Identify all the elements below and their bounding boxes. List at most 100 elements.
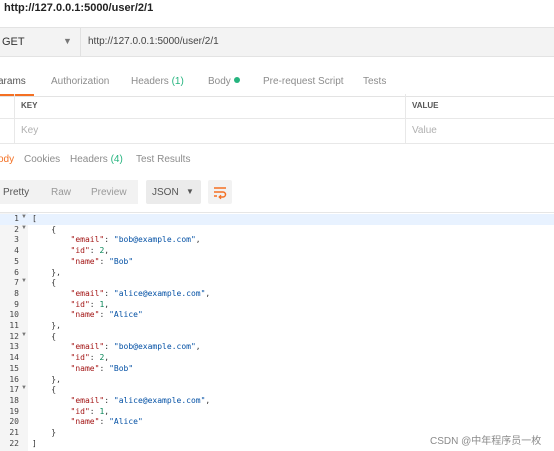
tab-response-body[interactable]: ody [0, 154, 14, 165]
line-number: 22 [9, 438, 19, 448]
line-number: 15 [9, 363, 19, 373]
fold-arrow-icon[interactable]: ▼ [21, 214, 27, 220]
line-number: 20 [9, 417, 19, 427]
tab-authorization-label: Authorization [51, 76, 110, 87]
code-line: 6 }, [0, 268, 554, 279]
tab-headers-label: Headers [131, 76, 169, 87]
code-line: 18 "email": "alice@example.com", [0, 396, 554, 407]
tab-params[interactable]: arams [0, 76, 26, 87]
line-number: 13 [9, 342, 19, 352]
request-url-input[interactable]: http://127.0.0.1:5000/user/2/1 [88, 36, 219, 47]
code-text: "id": 1, [70, 299, 110, 309]
method-label: GET [2, 36, 25, 48]
tab-tests-label: Tests [363, 76, 387, 87]
code-text: }, [32, 374, 61, 384]
code-line: 14 "id": 2, [0, 353, 554, 364]
code-text: }, [32, 321, 61, 330]
fold-arrow-icon[interactable]: ▼ [21, 278, 27, 284]
value-placeholder: Value [412, 125, 437, 136]
code-text: { [32, 278, 57, 288]
code-text: "email": "bob@example.com", [70, 235, 201, 245]
watermark: CSDN @中年程序员一枚 [430, 436, 542, 447]
response-code-editor[interactable]: 1 ▼[2 ▼ {3 "email": "bob@example.com", 4 "i… [0, 212, 554, 451]
code-text: "name": "Bob" [70, 363, 134, 373]
code-line: 9 "id": 1, [0, 300, 554, 311]
fold-arrow-icon[interactable]: ▼ [21, 385, 27, 391]
wrap-lines-button[interactable] [208, 180, 232, 204]
code-text: "name": "Bob" [70, 256, 134, 266]
line-number: 3 [14, 235, 19, 245]
code-line: 20 "name": "Alice" [0, 417, 554, 428]
response-tabs: ody Cookies Headers (4) Test Results [0, 150, 554, 170]
params-check-cell [0, 94, 15, 118]
line-number: 6 [14, 267, 19, 277]
tab-body[interactable]: Body [208, 76, 240, 87]
chevron-down-icon: ▼ [63, 36, 72, 46]
line-number: 4 [14, 246, 19, 256]
code-line: 10 "name": "Alice" [0, 310, 554, 321]
code-line: 19 "id": 1, [0, 407, 554, 418]
line-number: 16 [9, 374, 19, 384]
tab-prerequest-script[interactable]: Pre-request Script [263, 76, 344, 87]
pretty-button[interactable]: Pretty [3, 187, 29, 198]
key-placeholder: Key [21, 125, 39, 136]
method-select[interactable]: GET ▼ [0, 28, 81, 56]
params-value-header: VALUE [406, 94, 554, 118]
tab-headers[interactable]: Headers (1) [131, 76, 184, 87]
params-input-row: Key Value [0, 119, 554, 144]
code-line: 8 "email": "alice@example.com", [0, 289, 554, 300]
raw-button[interactable]: Raw [51, 187, 71, 198]
line-number: 8 [14, 288, 19, 298]
code-text: "id": 2, [70, 353, 110, 363]
key-header-label: KEY [21, 101, 38, 110]
preview-button[interactable]: Preview [91, 187, 127, 198]
code-text: "email": "alice@example.com", [70, 395, 211, 405]
code-text: ] [32, 438, 37, 448]
line-number: 19 [9, 406, 19, 416]
params-check-cell [0, 119, 15, 143]
tab-authorization[interactable]: Authorization [51, 76, 109, 87]
fold-arrow-icon[interactable]: ▼ [21, 225, 27, 231]
code-line: 15 "name": "Bob" [0, 364, 554, 375]
code-line: 7 ▼ { [0, 278, 554, 289]
tab-params-label: arams [0, 76, 26, 87]
code-text: { [32, 224, 57, 234]
line-number: 10 [9, 310, 19, 320]
response-toolbar: Pretty Raw Preview JSON ▼ [0, 180, 554, 208]
code-text: "id": 2, [70, 246, 110, 256]
tab-cookies-label: Cookies [24, 154, 61, 165]
param-key-input[interactable]: Key [15, 119, 406, 143]
param-value-input[interactable]: Value [406, 119, 554, 143]
tab-test-results-label: Test Results [136, 154, 191, 165]
tab-cookies[interactable]: Cookies [24, 154, 60, 165]
code-line: 3 "email": "bob@example.com", [0, 235, 554, 246]
chevron-down-icon: ▼ [186, 187, 194, 196]
tab-test-results[interactable]: Test Results [136, 154, 190, 165]
request-bar: GET ▼ http://127.0.0.1:5000/user/2/1 [0, 27, 554, 57]
line-number: 1 [14, 214, 19, 223]
tab-response-headers-count: (4) [110, 154, 123, 165]
code-line: 5 "name": "Bob" [0, 257, 554, 268]
line-number: 21 [9, 428, 19, 437]
tab-response-body-label: ody [0, 154, 15, 165]
address-bar[interactable]: http://127.0.0.1:5000/user/2/1 [0, 0, 554, 22]
tab-response-headers[interactable]: Headers (4) [70, 154, 123, 165]
code-text: "name": "Alice" [70, 417, 143, 427]
fold-arrow-icon[interactable]: ▼ [21, 332, 27, 338]
line-number: 12 [9, 331, 19, 341]
code-line: 12 ▼ { [0, 332, 554, 343]
code-text: "id": 1, [70, 406, 110, 416]
format-select[interactable]: JSON ▼ [146, 180, 201, 204]
code-line: 4 "id": 2, [0, 246, 554, 257]
tab-tests[interactable]: Tests [363, 76, 386, 87]
wrap-icon [214, 187, 227, 200]
params-table: KEY VALUE Key Value [0, 94, 554, 144]
line-number: 9 [14, 299, 19, 309]
line-number: 17 [9, 385, 19, 395]
request-tabs: arams Authorization Headers (1) Body Pre… [0, 68, 554, 97]
line-number: 2 [14, 224, 19, 234]
code-line: 17 ▼ { [0, 385, 554, 396]
params-key-header: KEY [15, 94, 406, 118]
code-line: 11 }, [0, 321, 554, 332]
code-text: "email": "bob@example.com", [70, 342, 201, 352]
